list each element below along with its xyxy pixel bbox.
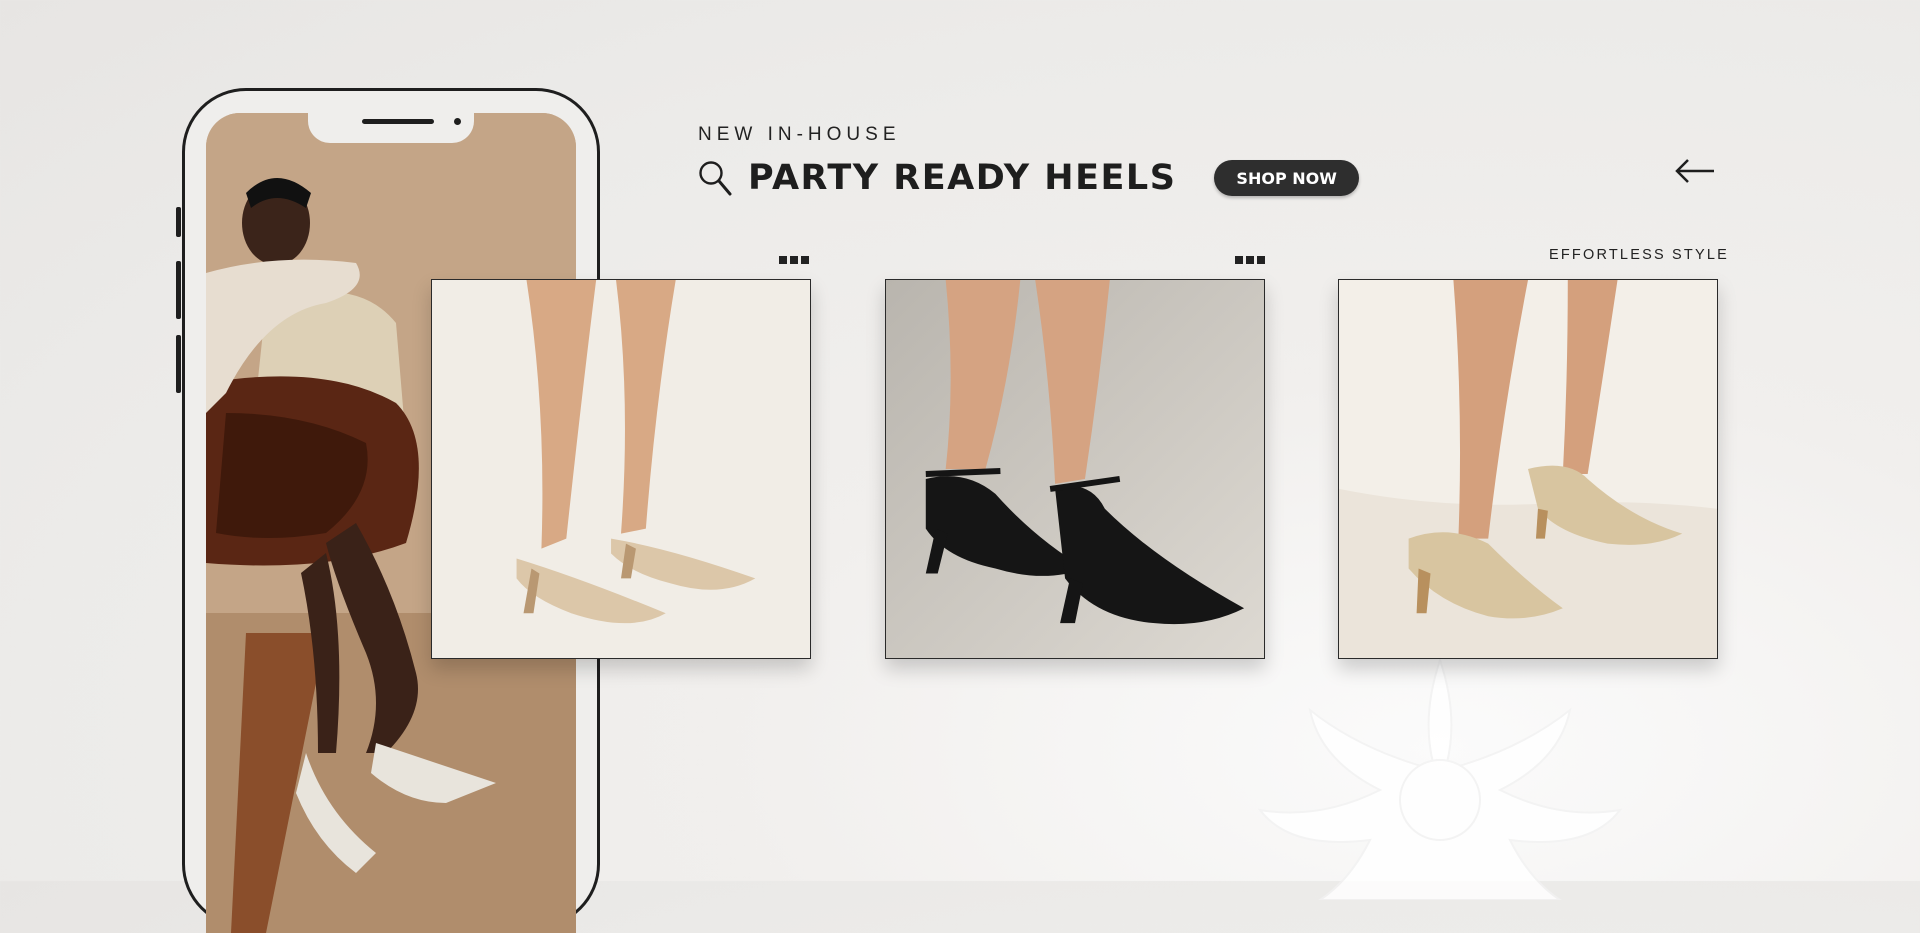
product-photo bbox=[432, 280, 810, 658]
product-card-black-ankle-strap[interactable] bbox=[885, 279, 1265, 659]
caption-effortless-style: EFFORTLESS STYLE bbox=[1549, 247, 1729, 263]
product-card-gold-slingbacks[interactable] bbox=[1338, 279, 1718, 659]
eyebrow-label: NEW IN-HOUSE bbox=[698, 124, 901, 145]
phone-camera bbox=[454, 118, 461, 125]
product-photo bbox=[1339, 280, 1717, 658]
snowflake-decoration bbox=[1257, 656, 1623, 900]
phone-speaker bbox=[362, 119, 434, 124]
search-icon[interactable] bbox=[698, 160, 732, 196]
phone-notch bbox=[308, 113, 474, 143]
phone-side-button bbox=[176, 207, 181, 237]
more-dots-icon[interactable] bbox=[779, 256, 809, 264]
phone-volume-up bbox=[176, 261, 181, 319]
phone-volume-down bbox=[176, 335, 181, 393]
product-card-nude-mules[interactable] bbox=[431, 279, 811, 659]
arrow-left-icon[interactable] bbox=[1674, 158, 1716, 184]
shop-now-button[interactable]: SHOP NOW bbox=[1214, 160, 1359, 196]
product-photo bbox=[886, 280, 1264, 658]
headline-row: PARTY READY HEELS SHOP NOW bbox=[698, 156, 1359, 200]
page-title: PARTY READY HEELS bbox=[748, 158, 1177, 198]
more-dots-icon[interactable] bbox=[1235, 256, 1265, 264]
